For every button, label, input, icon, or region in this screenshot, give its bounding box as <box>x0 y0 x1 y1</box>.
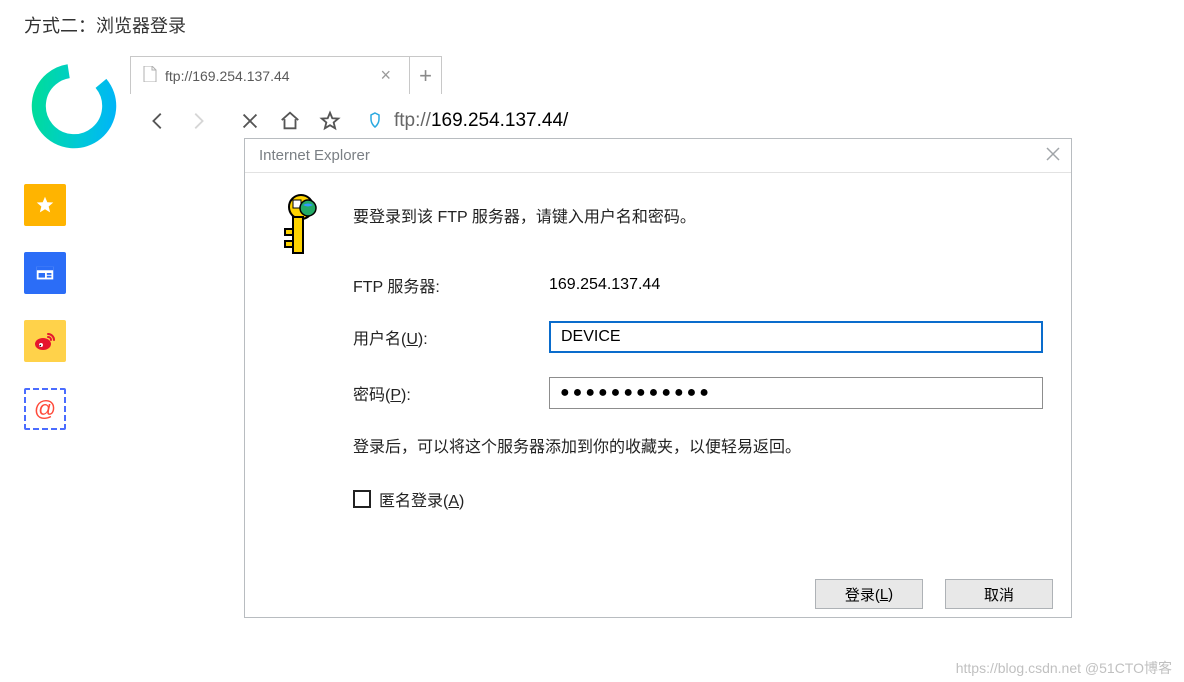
browser-sidebar: @ <box>16 182 74 430</box>
password-field[interactable] <box>549 377 1043 409</box>
new-tab-button[interactable]: + <box>410 56 442 94</box>
tab-close-button[interactable]: × <box>376 65 395 86</box>
anonymous-checkbox[interactable] <box>353 490 371 508</box>
login-button[interactable]: 登录(L) <box>815 579 923 609</box>
ftp-login-dialog: Internet Explorer 要登录到该 FTP 服务器，请键入用户名和密… <box>244 138 1072 618</box>
tab-title: ftp://169.254.137.44 <box>165 68 290 84</box>
anonymous-login-row: 匿名登录(A) <box>353 487 1043 511</box>
password-label: 密码(P): <box>353 381 549 405</box>
address-protocol: ftp:// <box>394 110 431 132</box>
dialog-hint: 登录后，可以将这个服务器添加到你的收藏夹，以便轻易返回。 <box>353 433 1043 457</box>
back-button[interactable] <box>142 97 174 145</box>
username-field[interactable] <box>549 321 1043 353</box>
forward-button[interactable] <box>182 97 214 145</box>
site-icon <box>366 112 384 130</box>
watermark: https://blog.csdn.net @51CTO博客 <box>956 658 1172 678</box>
dialog-footer: 登录(L) 取消 <box>815 579 1053 609</box>
key-icon <box>275 193 329 257</box>
address-host: 169.254.137.44/ <box>431 110 568 132</box>
tab-strip: ftp://169.254.137.44 × + <box>130 56 442 94</box>
cancel-button[interactable]: 取消 <box>945 579 1053 609</box>
browser-logo-icon <box>26 58 122 154</box>
address-bar[interactable]: ftp://169.254.137.44/ <box>366 110 568 132</box>
sidebar-news[interactable] <box>24 252 66 294</box>
dialog-title: Internet Explorer <box>259 147 370 164</box>
dialog-close-button[interactable] <box>1045 146 1061 166</box>
dialog-body: 要登录到该 FTP 服务器，请键入用户名和密码。 FTP 服务器: 169.25… <box>245 173 1071 617</box>
server-value: 169.254.137.44 <box>549 276 660 294</box>
sidebar-favorites[interactable] <box>24 184 66 226</box>
page-icon <box>143 66 157 85</box>
sidebar-weibo[interactable] <box>24 320 66 362</box>
page-heading: 方式二：浏览器登录 <box>24 12 186 38</box>
browser-tab[interactable]: ftp://169.254.137.44 × <box>130 56 410 94</box>
anonymous-label: 匿名登录(A) <box>379 487 464 511</box>
dialog-titlebar: Internet Explorer <box>245 139 1071 173</box>
dialog-instruction: 要登录到该 FTP 服务器，请键入用户名和密码。 <box>353 203 696 227</box>
server-label: FTP 服务器: <box>353 273 549 297</box>
username-label: 用户名(U): <box>353 325 549 349</box>
sidebar-mail[interactable]: @ <box>24 388 66 430</box>
dialog-form: FTP 服务器: 169.254.137.44 用户名(U): 密码(P): 登… <box>353 273 1043 511</box>
